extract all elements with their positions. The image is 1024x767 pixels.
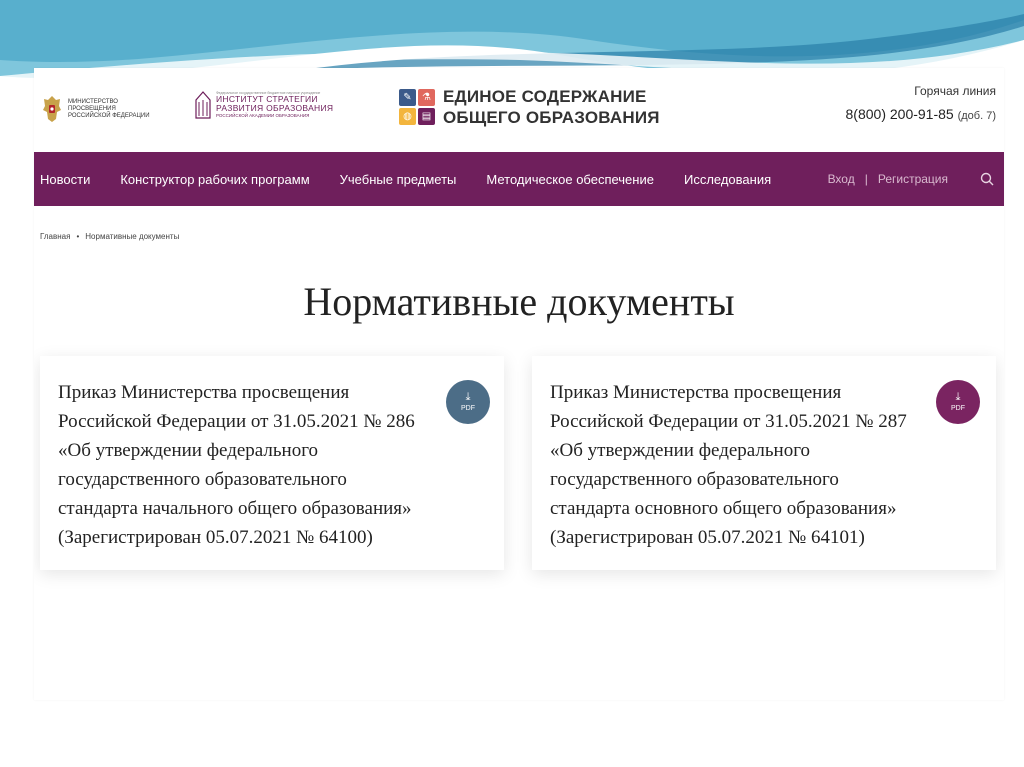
coat-of-arms-icon	[43, 96, 61, 122]
site-title-line2: ОБЩЕГО ОБРАЗОВАНИЯ	[443, 108, 660, 127]
pdf-label: PDF	[951, 405, 965, 412]
ministry-name: Министерство просвещения Российской Феде…	[68, 98, 150, 119]
search-icon[interactable]	[980, 172, 994, 186]
ministry-logo[interactable]: Министерство просвещения Российской Феде…	[42, 94, 158, 124]
hotline-label: Горячая линия	[914, 84, 996, 98]
hotline-phone[interactable]: 8(800) 200-91-85 (доб. 7)	[846, 106, 996, 122]
pdf-download-button[interactable]: ⤓ PDF	[936, 380, 980, 424]
register-link[interactable]: Регистрация	[878, 172, 948, 186]
globe-icon: ◍	[399, 108, 416, 125]
logo-tiles: ✎ ⚗ ◍ ▤	[399, 89, 435, 125]
flask-icon: ⚗	[418, 89, 435, 106]
breadcrumb-separator: •	[76, 232, 80, 241]
hotline-extension: (доб. 7)	[957, 110, 996, 122]
main-navigation: Новости Конструктор рабочих программ Уче…	[34, 152, 1004, 206]
document-title[interactable]: Приказ Министерства просвещения Российск…	[58, 378, 418, 552]
auth-separator: |	[864, 172, 868, 186]
breadcrumb-home[interactable]: Главная	[40, 232, 70, 241]
document-card[interactable]: Приказ Министерства просвещения Российск…	[40, 356, 504, 570]
main-logo[interactable]: ✎ ⚗ ◍ ▤ ЕДИНОЕ СОДЕРЖАНИЕ ОБЩЕГО ОБРАЗОВ…	[399, 86, 660, 128]
institute-name-line2: РАЗВИТИЯ ОБРАЗОВАНИЯ	[216, 102, 334, 113]
hotline: Горячая линия 8(800) 200-91-85 (доб. 7)	[846, 84, 996, 122]
nav-item-methodology[interactable]: Методическое обеспечение	[486, 172, 654, 187]
pdf-label: PDF	[461, 405, 475, 412]
login-link[interactable]: Вход	[828, 172, 855, 186]
webpage-screenshot: Министерство просвещения Российской Феде…	[34, 68, 1004, 700]
institute-building-icon	[195, 91, 211, 119]
institute-logo[interactable]: Федеральное государственное бюджетное на…	[194, 88, 333, 120]
document-title[interactable]: Приказ Министерства просвещения Российск…	[550, 378, 910, 552]
pdf-download-button[interactable]: ⤓ PDF	[446, 380, 490, 424]
page-title: Нормативные документы	[303, 279, 735, 324]
institute-subtitle: РОССИЙСКОЙ АКАДЕМИИ ОБРАЗОВАНИЯ	[216, 112, 310, 118]
site-title-line1: ЕДИНОЕ СОДЕРЖАНИЕ	[443, 87, 647, 106]
nav-item-subjects[interactable]: Учебные предметы	[340, 172, 457, 187]
download-icon: ⤓	[465, 391, 471, 403]
document-card[interactable]: Приказ Министерства просвещения Российск…	[532, 356, 996, 570]
book-icon: ▤	[418, 108, 435, 125]
hotline-phone-number[interactable]: 8(800) 200-91-85	[846, 106, 954, 122]
breadcrumb: Главная • Нормативные документы	[40, 232, 179, 241]
nav-item-news[interactable]: Новости	[40, 172, 90, 187]
download-icon: ⤓	[955, 391, 961, 403]
auth-links: Вход | Регистрация	[828, 152, 994, 206]
nav-item-program-builder[interactable]: Конструктор рабочих программ	[120, 172, 309, 187]
site-header: Министерство просвещения Российской Феде…	[34, 68, 1004, 152]
nav-item-research[interactable]: Исследования	[684, 172, 771, 187]
breadcrumb-current: Нормативные документы	[85, 232, 180, 241]
pencil-icon: ✎	[399, 89, 416, 106]
